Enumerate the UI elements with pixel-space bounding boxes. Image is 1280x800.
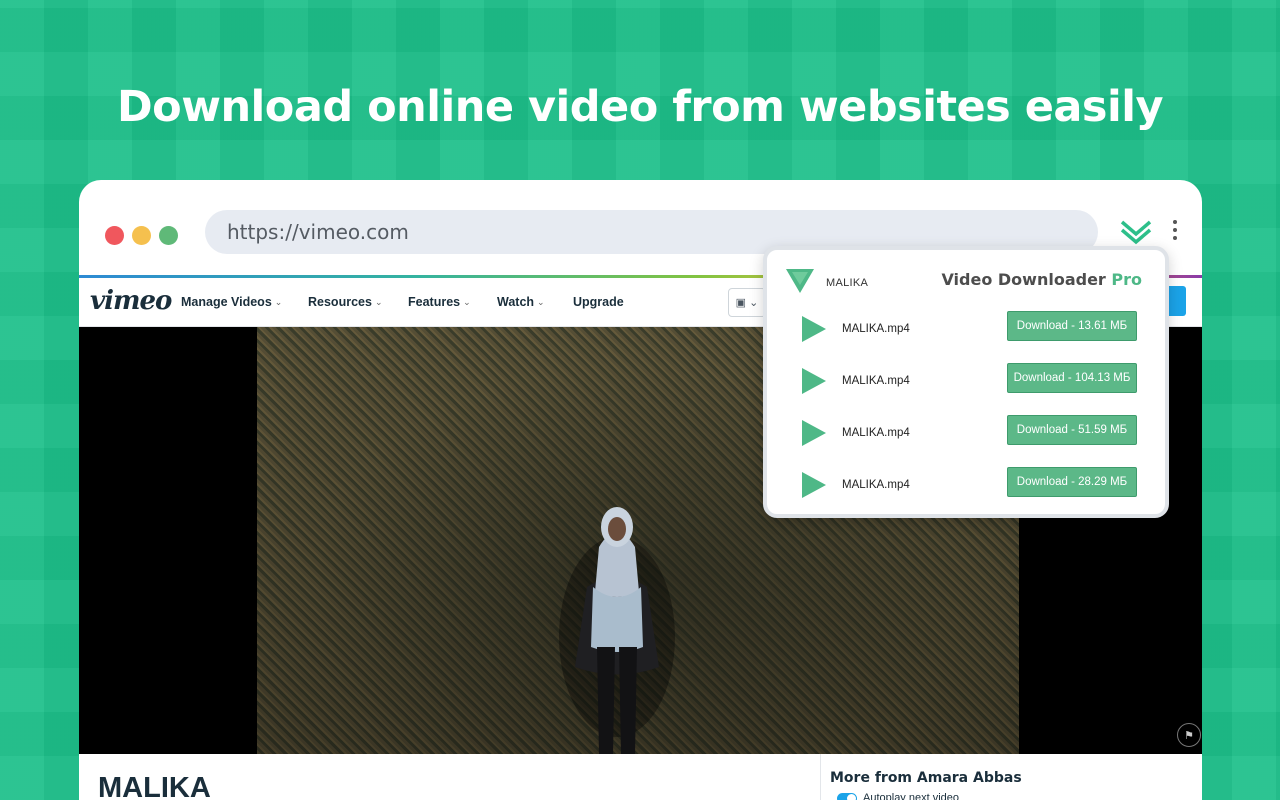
download-item-filename: MALIKA.mp4: [842, 323, 910, 335]
autoplay-toggle[interactable]: [837, 793, 857, 800]
person-image: [547, 497, 687, 754]
nav-features[interactable]: Features⌄: [408, 295, 471, 309]
sidebar-more-from: More from Amara Abbas Autoplay next vide…: [820, 754, 1202, 800]
autoplay-toggle-row[interactable]: Autoplay next video: [837, 792, 959, 800]
extension-download-icon[interactable]: [1119, 218, 1153, 246]
download-item: MALIKA.mp4 Download - 13.61 МБ: [767, 314, 1165, 354]
download-button[interactable]: Download - 28.29 МБ: [1007, 467, 1137, 497]
chevron-down-icon: ⌄: [463, 297, 471, 308]
download-item: MALIKA.mp4 Download - 51.59 МБ: [767, 418, 1165, 458]
kebab-menu-icon[interactable]: [1169, 220, 1181, 244]
page-headline: Download online video from websites easi…: [0, 82, 1280, 132]
play-icon[interactable]: [800, 418, 828, 448]
video-tool-icon[interactable]: ▣ ⌄: [728, 288, 766, 317]
chevron-down-icon: ⌄: [375, 297, 383, 308]
vimeo-logo[interactable]: vimeo: [90, 286, 171, 316]
nav-upgrade[interactable]: Upgrade: [573, 295, 624, 309]
video-title: MALIKA: [98, 772, 211, 800]
window-minimize-button[interactable]: [132, 226, 151, 245]
chevron-down-icon: ⌄: [275, 297, 283, 308]
play-icon[interactable]: [800, 366, 828, 396]
nav-watch[interactable]: Watch⌄: [497, 295, 545, 309]
popup-title: Video Downloader Pro: [941, 270, 1142, 289]
download-button[interactable]: Download - 51.59 МБ: [1007, 415, 1137, 445]
download-item: MALIKA.mp4 Download - 104.13 МБ: [767, 366, 1165, 406]
download-button[interactable]: Download - 13.61 МБ: [1007, 311, 1137, 341]
download-item-filename: MALIKA.mp4: [842, 427, 910, 439]
address-bar-url: https://vimeo.com: [227, 220, 409, 244]
download-item-filename: MALIKA.mp4: [842, 375, 910, 387]
play-icon[interactable]: [800, 470, 828, 500]
download-button[interactable]: Download - 104.13 МБ: [1007, 363, 1137, 393]
downloader-popup: MALIKA Video Downloader Pro MALIKA.mp4 D…: [763, 246, 1169, 518]
popup-subtitle: MALIKA: [826, 277, 868, 289]
more-from-heading: More from Amara Abbas: [830, 770, 1022, 786]
download-item-filename: MALIKA.mp4: [842, 479, 910, 491]
window-maximize-button[interactable]: [159, 226, 178, 245]
nav-manage-videos[interactable]: Manage Videos⌄: [181, 295, 282, 309]
play-icon[interactable]: [800, 314, 828, 344]
flag-icon[interactable]: ⚑: [1177, 723, 1201, 747]
window-close-button[interactable]: [105, 226, 124, 245]
downloader-logo-icon: [786, 269, 814, 295]
nav-resources[interactable]: Resources⌄: [308, 295, 382, 309]
download-item: MALIKA.mp4 Download - 28.29 МБ: [767, 470, 1165, 510]
autoplay-label: Autoplay next video: [863, 792, 959, 800]
chevron-down-icon: ⌄: [537, 297, 545, 308]
